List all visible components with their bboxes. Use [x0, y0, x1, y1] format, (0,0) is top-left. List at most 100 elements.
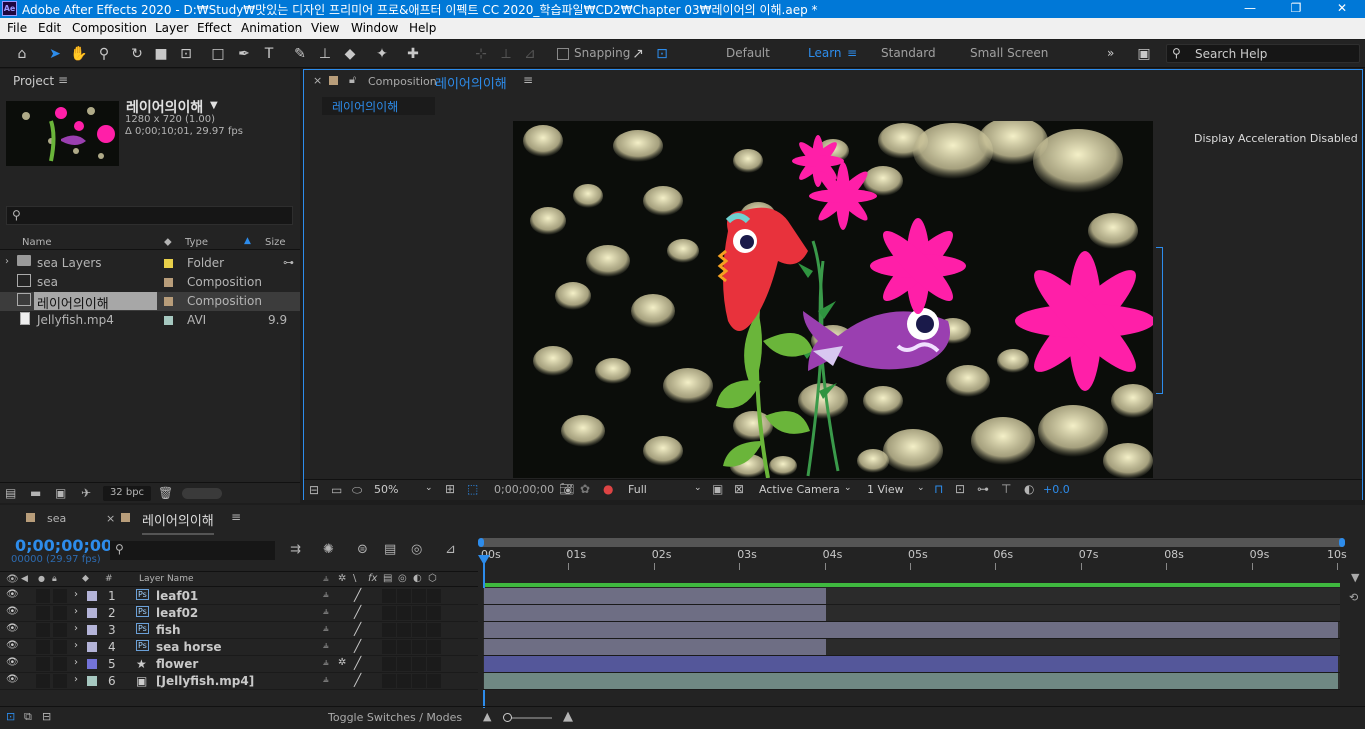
- mask-visibility-icon[interactable]: ⬭: [352, 483, 362, 498]
- audio-icon[interactable]: ◀: [21, 574, 28, 584]
- channel-icon[interactable]: ●: [603, 482, 613, 496]
- column-size[interactable]: Size: [265, 237, 286, 248]
- eye-icon[interactable]: 👁︎: [6, 606, 19, 617]
- expand-arrow-icon[interactable]: ›: [74, 589, 78, 600]
- switch-slot[interactable]: [427, 657, 441, 671]
- switch-slot[interactable]: [427, 640, 441, 654]
- workspace-learn[interactable]: Learn: [808, 46, 842, 60]
- render-queue-icon[interactable]: ✈: [81, 486, 91, 500]
- workspace-standard[interactable]: Standard: [881, 46, 936, 60]
- expand-arrow-icon[interactable]: ›: [74, 623, 78, 634]
- rectangle-tool-icon[interactable]: □: [208, 44, 228, 64]
- switch-slot[interactable]: [412, 623, 426, 637]
- axis-world-icon[interactable]: ⟂: [496, 44, 516, 64]
- quality-switch-icon[interactable]: ╱: [354, 656, 361, 670]
- switch-slot[interactable]: [397, 657, 411, 671]
- lock-toggle[interactable]: [53, 623, 67, 637]
- resolution-select[interactable]: Full ⌄: [624, 482, 706, 498]
- switch-slot[interactable]: [412, 640, 426, 654]
- display-icon[interactable]: ▭: [331, 483, 342, 497]
- sync-settings-icon[interactable]: ▣: [1134, 44, 1154, 64]
- label-swatch[interactable]: [164, 259, 173, 268]
- switch-slot[interactable]: [427, 674, 441, 688]
- switch-slot[interactable]: [382, 589, 396, 603]
- transparency-grid-icon[interactable]: ⊠: [734, 482, 744, 496]
- exposure-icon[interactable]: ◐: [1024, 482, 1034, 496]
- composition-viewer[interactable]: [513, 121, 1153, 478]
- time-ruler[interactable]: 00s 01s 02s 03s 04s 05s 06s 07s 08s 09s 10s: [0, 505, 1365, 571]
- layer-name[interactable]: leaf01: [156, 589, 198, 603]
- lock-icon[interactable]: 🔓︎: [349, 73, 356, 87]
- project-item-selected-comp[interactable]: 레이어의이해 Composition: [0, 292, 300, 312]
- selection-tool-icon[interactable]: ➤: [45, 44, 65, 64]
- layer-duration-bar[interactable]: [484, 639, 826, 655]
- views-select[interactable]: 1 View ⌄: [863, 482, 929, 498]
- layer-duration-bar[interactable]: [484, 605, 826, 621]
- lock-toggle[interactable]: [53, 589, 67, 603]
- zoom-tool-icon[interactable]: ⚲: [94, 44, 114, 64]
- maximize-button[interactable]: ❐: [1273, 0, 1319, 18]
- timeline-zoom-thumb[interactable]: [503, 713, 512, 722]
- toggle-pixel-aspect-icon[interactable]: ⊓: [934, 482, 943, 496]
- close-button[interactable]: ✕: [1319, 0, 1365, 18]
- brush-tool-icon[interactable]: ✎: [290, 44, 310, 64]
- quality-switch-icon[interactable]: ╱: [354, 605, 361, 619]
- project-item-sea-layers[interactable]: › sea Layers Folder ⊶: [0, 254, 300, 273]
- layer-duration-bar[interactable]: [484, 656, 1338, 672]
- shy-switch-icon[interactable]: ⫨: [323, 674, 329, 685]
- layer-switches-icon[interactable]: ⊡: [6, 710, 15, 723]
- quality-switch-icon[interactable]: ╱: [354, 639, 361, 653]
- menu-view[interactable]: View: [311, 21, 339, 35]
- solo-toggle[interactable]: [36, 589, 50, 603]
- eye-icon[interactable]: 👁︎: [6, 674, 19, 685]
- label-swatch[interactable]: [87, 676, 97, 686]
- shy-switch-icon[interactable]: ⫨: [323, 657, 329, 668]
- collapse-switch-icon[interactable]: ✲: [338, 657, 346, 668]
- zoom-out-icon[interactable]: ▲: [483, 710, 491, 723]
- show-snapshot-icon[interactable]: ✿: [580, 482, 590, 496]
- pen-tool-icon[interactable]: ✒: [234, 44, 254, 64]
- eye-icon[interactable]: 👁︎: [6, 623, 19, 634]
- label-swatch[interactable]: [164, 297, 173, 306]
- toggle-switches-modes-button[interactable]: Toggle Switches / Modes: [328, 711, 462, 724]
- lock-toggle[interactable]: [53, 657, 67, 671]
- layer-row[interactable]: 👁︎ › 2 Ps leaf02 ⫨ ╱: [0, 605, 478, 622]
- layer-row[interactable]: 👁︎ › 5 ★ flower ⫨ ✲ ╱: [0, 656, 478, 673]
- switch-slot[interactable]: [427, 606, 441, 620]
- switch-slot[interactable]: [412, 674, 426, 688]
- menu-animation[interactable]: Animation: [241, 21, 302, 35]
- switch-slot[interactable]: [397, 674, 411, 688]
- menu-edit[interactable]: Edit: [38, 21, 61, 35]
- workspace-menu-icon[interactable]: ≡: [847, 46, 857, 60]
- switch-slot[interactable]: [397, 589, 411, 603]
- project-item-name[interactable]: 레이어의이해: [34, 292, 157, 312]
- shy-switch-icon[interactable]: ⫨: [323, 623, 329, 634]
- menu-composition[interactable]: Composition: [72, 21, 147, 35]
- layer-name[interactable]: leaf02: [156, 606, 198, 620]
- type-tool-icon[interactable]: T: [259, 44, 279, 64]
- flowchart-icon[interactable]: ⊶: [283, 256, 294, 269]
- switch-slot[interactable]: [397, 606, 411, 620]
- layer-row[interactable]: 👁︎ › 3 Ps fish ⫨ ╱: [0, 622, 478, 639]
- switch-slot[interactable]: [427, 589, 441, 603]
- region-of-interest-icon[interactable]: ⬚: [467, 482, 478, 496]
- shy-switch-icon[interactable]: ⫨: [323, 640, 329, 651]
- timeline-zoom-top-icon[interactable]: ▼: [1351, 571, 1359, 584]
- eye-icon[interactable]: 👁︎: [6, 574, 19, 585]
- column-layer-name[interactable]: Layer Name: [139, 574, 194, 584]
- layer-name[interactable]: [Jellyfish.mp4]: [156, 674, 254, 688]
- label-swatch[interactable]: [87, 608, 97, 618]
- lock-toggle[interactable]: [53, 674, 67, 688]
- snapshot-icon[interactable]: 📷︎: [559, 482, 574, 496]
- snapping-checkbox[interactable]: [557, 48, 569, 60]
- quality-switch-icon[interactable]: ╱: [354, 622, 361, 636]
- expand-arrow-icon[interactable]: ›: [74, 640, 78, 651]
- quality-switch-icon[interactable]: ╱: [354, 588, 361, 602]
- current-time-display[interactable]: 0;00;00;00: [494, 483, 554, 496]
- label-swatch[interactable]: [87, 625, 97, 635]
- menu-help[interactable]: Help: [409, 21, 436, 35]
- menu-window[interactable]: Window: [351, 21, 398, 35]
- label-swatch[interactable]: [87, 642, 97, 652]
- solo-toggle[interactable]: [36, 623, 50, 637]
- in-out-pane-icon[interactable]: ⊟: [42, 710, 51, 723]
